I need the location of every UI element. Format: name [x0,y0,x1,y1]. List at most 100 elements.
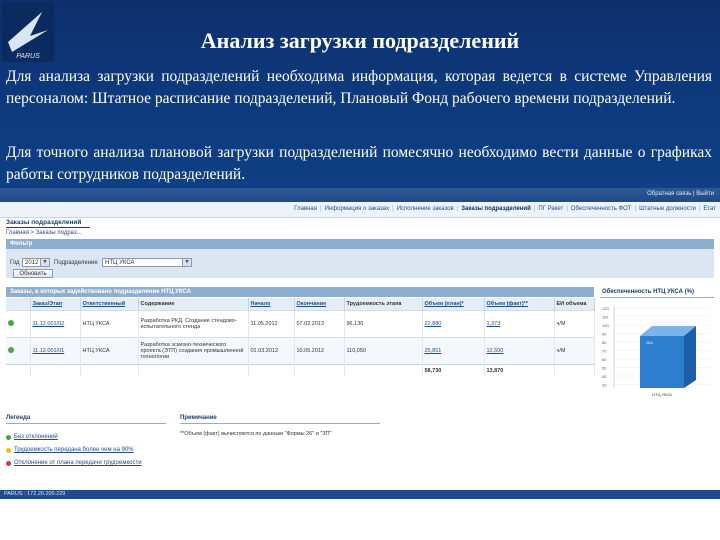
chart-tick-label: 50 [602,366,607,371]
department-label: Подразделение [54,260,98,266]
chart-tick-label: 90 [602,332,607,337]
nav-item[interactable]: Штатные должности [639,206,696,212]
chart-bar-value: 1111 [646,341,653,345]
orders-table: Заказ/Этап Ответственный Содержание Начало О… [6,298,595,376]
note-title: Примечание [180,415,217,421]
empty-cell [6,364,31,376]
orders-table-title: Заказы, в которых задействовано подразде… [6,287,594,297]
filter-panel: Год 2012 ▼ Подразделение НТЦ УКСА ▼ Обнови… [6,249,714,278]
legend-dot-icon [6,448,11,453]
legend-item[interactable]: Без отклонений [14,434,58,440]
responsible-cell: НТЦ УКСА [80,310,139,338]
title-divider [6,227,90,228]
empty-cell [294,364,345,376]
empty-cell [554,364,595,376]
chart-category-label: НТЦ УКСА [652,392,672,397]
nav-separator: | [698,206,701,212]
nav-separator: | [320,206,322,212]
empty-cell [248,364,295,376]
content-cell: Разработка РКД. Создание стендово-испыта… [138,310,249,338]
legend-dot-icon [6,461,11,466]
nav-item[interactable]: Етат [703,206,716,212]
labor-cell: 96,130 [344,310,423,338]
plan-volume-link[interactable]: 25,851 [422,337,485,365]
chart-tick-label: 120 [602,306,609,311]
status-dot-icon [8,347,14,353]
nav-item[interactable]: Заказы подразделений [461,206,531,212]
main-nav: Главная | Информация о заказах | Исполнение … [0,202,720,218]
empty-cell [138,364,249,376]
table-row[interactable]: 11.12.001/01 НТЦ УКСА Разработка эскизно-т… [6,337,595,365]
nav-item[interactable]: Обеспеченность ФОТ [571,206,632,212]
end-date-cell: 07.02.2013 [294,310,345,338]
total-fact: 13,870 [484,364,555,376]
slide-title: Анализ загрузки подразделений [200,28,520,53]
totals-row: 58,730 13,870 [6,364,595,376]
coverage-chart: 120 110 100 90 80 70 60 50 40 30 1111 НТЦ УКСА [602,306,710,397]
legend-item[interactable]: Трудоемкость передана более чем на 90% [14,447,134,453]
unit-cell: ч/М [554,337,595,365]
fact-volume-link[interactable]: 1,373 [484,310,555,338]
legend-title: Легенда [6,415,31,421]
empty-cell [30,364,81,376]
nav-item[interactable]: Информация о заказах [325,206,390,212]
legend-dot-icon [6,435,11,440]
empty-cell [80,364,139,376]
slide-paragraph-1: Для анализа загрузки подразделений необх… [6,68,712,107]
start-date-cell: 11.05.2012 [248,310,295,338]
table-row[interactable]: 11.12.001/02 НТЦ УКСА Разработка РКД. Созд… [6,310,595,338]
plan-volume-link[interactable]: 22,880 [422,310,485,338]
empty-cell [344,364,423,376]
column-header: Трудоемкость этапа [344,298,423,311]
total-plan: 58,730 [422,364,485,376]
column-header[interactable]: Заказ/Этап [30,298,81,311]
column-header[interactable]: Объем (план)* [422,298,485,311]
chart-bar-side [684,326,696,388]
note-text: **Объем (факт) вычисляется по данным "Фо… [180,431,332,437]
nav-separator: | [533,206,536,212]
column-header[interactable]: Начало [248,298,295,311]
legend-item[interactable]: Отклонение от плана передачи трудоемкост… [14,460,142,466]
chart-tick-label: 60 [602,357,607,362]
legend-divider [6,423,166,424]
column-header[interactable]: Объем (факт)** [484,298,555,311]
chart-tick-label: 70 [602,349,607,354]
chart-title: Обеспеченность НТЦ УКСА (%) [600,287,714,298]
nav-separator: | [392,206,394,212]
content-cell: Разработка эскизно-технического проекта … [138,337,249,365]
slide-header-band: PARUS Анализ загрузки подразделений Для … [0,0,720,188]
refresh-button[interactable]: Обновить [13,269,53,278]
responsible-cell: НТЦ УКСА [80,337,139,365]
nav-separator: | [634,206,637,212]
chevron-down-icon: ▼ [182,259,191,266]
nav-item[interactable]: ПГ Ракет [538,206,563,212]
top-links[interactable]: Обратная связь | Выйти [647,191,714,197]
column-header[interactable]: Ответственный [80,298,139,311]
nav-item[interactable]: Главная [294,206,317,212]
order-link[interactable]: 11.12.001/02 [30,310,81,338]
slide-paragraph-2: Для точного анализа плановой загрузки по… [6,144,712,183]
department-select[interactable]: НТЦ УКСА ▼ [102,258,192,267]
status-cell [6,337,31,365]
start-date-cell: 01.03.2012 [248,337,295,365]
fact-volume-link[interactable]: 12,500 [484,337,555,365]
status-dot-icon [8,320,14,326]
labor-cell: 110,050 [344,337,423,365]
chart-tick-label: 40 [602,374,607,379]
app-topbar: Обратная связь | Выйти [0,188,720,202]
app-screenshot: Обратная связь | Выйти Главная | Информаци… [0,188,720,540]
nav-separator: | [566,206,568,212]
column-header[interactable]: Окончание [294,298,345,311]
order-link[interactable]: 11.12.001/01 [30,337,81,365]
column-header: Содержание [138,298,249,311]
column-header: ЕИ объема [554,298,595,311]
year-select[interactable]: 2012 ▼ [22,258,50,267]
column-header [6,298,31,311]
page-title: Заказы подразделений [6,219,82,226]
status-cell [6,310,31,338]
nav-separator: | [456,206,459,212]
filter-header: Фильтр [6,239,714,249]
nav-item[interactable]: Исполнение заказов [397,206,454,212]
note-divider [180,423,380,424]
breadcrumb[interactable]: Главная > Заказы подраз... [6,230,82,236]
